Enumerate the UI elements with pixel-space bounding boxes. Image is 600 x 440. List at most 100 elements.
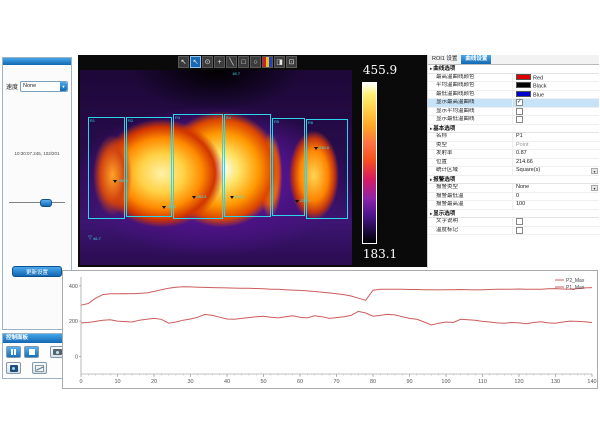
prop-section-header[interactable]: ▸曲线选项 [428,65,599,74]
roi-box-R3[interactable]: R3 [173,114,223,219]
expand-arrow-icon: ▸ [430,126,432,131]
roi-box-R6[interactable]: R6 [306,119,348,219]
chart-button[interactable] [32,362,47,374]
tab-roi-settings[interactable]: ROI1 设置 [428,55,461,64]
pause-button[interactable] [6,346,21,358]
prop-value[interactable] [513,116,599,124]
checkbox[interactable] [516,108,523,115]
speed-select[interactable]: None ▼ [20,81,68,92]
prop-row: 报警类型None▼ [428,184,599,193]
prop-value[interactable] [513,108,599,116]
prop-value[interactable]: Point [513,142,599,150]
colorbar-max-value: 455.9 [356,63,404,77]
color-swatch [516,82,531,88]
prop-label: 最低温曲线颜色 [428,91,513,99]
palette-icon[interactable] [262,56,273,68]
stop-button[interactable] [24,346,39,358]
properties-panel: ROI1 设置 曲线设置 ▸曲线选项最高温曲线颜色Red平均温曲线颜色Black… [427,55,599,268]
slider-handle[interactable] [40,199,52,207]
tab-curve-settings[interactable]: 曲线设置 [461,55,491,64]
checkbox[interactable] [516,116,523,123]
triangle-marker-icon [295,200,299,203]
prop-value[interactable]: None▼ [513,184,599,192]
thermal-image-area: ↖↖⊙+╲□○◨⊡ R1R2R3R4R5R6108.3252.1263.8264… [78,55,427,267]
prop-label: 显示最低温曲线 [428,116,513,124]
prop-row: 位置214.66 [428,159,599,168]
svg-text:P2_Max: P2_Max [566,278,585,284]
property-grid: ▸曲线选项最高温曲线颜色Red平均温曲线颜色Black最低温曲线颜色Blue显示… [428,65,599,235]
chevron-down-icon[interactable]: ▼ [60,82,67,91]
prop-value[interactable]: 0 [513,193,599,201]
rect-tool-icon[interactable]: □ [238,56,249,68]
prop-value[interactable] [513,218,599,226]
chevron-down-icon[interactable]: ▼ [591,168,598,174]
prop-section-header[interactable]: ▸显示选项 [428,210,599,219]
prop-label: 类型 [428,142,513,150]
slider-track[interactable] [9,202,65,203]
expand-arrow-icon: ▸ [430,66,432,71]
prop-value[interactable]: 214.66 [513,159,599,167]
temp-marker-value: 264.5 [235,195,245,199]
prop-value[interactable]: 100 [513,201,599,209]
ellipse-tool-icon[interactable]: ○ [250,56,261,68]
prop-row: 显示平均温曲线 [428,108,599,117]
line-tool-icon[interactable]: ╲ [226,56,237,68]
prop-value[interactable]: Square(s)▼ [513,167,599,175]
sidebar-titlebar [3,58,71,65]
temp-marker: 236.8 [314,146,329,150]
chart-icon [35,365,44,372]
chevron-down-icon[interactable]: ▼ [591,185,598,191]
app-window: 速度 None ▼ 10:30:07.245, 102/201 更新设置 控制面… [0,0,600,440]
checkbox[interactable] [516,99,523,106]
roi-box-R1[interactable]: R1 [88,117,125,220]
camera-icon[interactable]: ◨ [274,56,285,68]
flag-icon: ▽ [88,236,92,241]
prop-value[interactable] [513,227,599,235]
focus-icon[interactable]: ⊡ [286,56,297,68]
series-P1_Max [81,311,592,325]
prop-section-header[interactable]: ▸基本选项 [428,125,599,134]
prop-row: 文字说明 [428,218,599,227]
select-icon[interactable]: ↖ [190,56,201,68]
prop-value[interactable]: Black [513,82,599,90]
svg-text:0: 0 [79,379,82,385]
prop-value[interactable] [513,99,599,107]
triangle-marker-icon [113,180,117,183]
expand-arrow-icon: ▸ [430,211,432,216]
prop-label: 文字说明 [428,218,513,226]
roi-box-R4[interactable]: R4 [224,114,271,217]
prop-value[interactable]: Red [513,74,599,82]
prop-value[interactable]: 0.87 [513,150,599,158]
svg-text:400: 400 [69,284,78,290]
frame-timestamp: 10:30:07.245, 102/201 [3,151,71,156]
checkbox[interactable] [516,218,523,225]
temp-marker: 221.4 [295,199,310,203]
checkbox[interactable] [516,227,523,234]
thermal-image[interactable]: R1R2R3R4R5R6108.3252.1263.8264.5221.4236… [80,70,352,265]
triangle-marker-icon [230,196,234,199]
svg-text:200: 200 [69,319,78,325]
image-toolbar: ↖↖⊙+╲□○◨⊡ [178,56,297,69]
prop-row: 最低温曲线颜色Blue [428,91,599,100]
prop-value[interactable]: P1 [513,133,599,141]
prop-row: 统计区域Square(s)▼ [428,167,599,176]
colorbar-min-value: 183.1 [356,247,404,261]
prop-section-title: 报警选项 [433,177,455,183]
prop-label: 显示最高温曲线 [428,99,513,107]
colorbar [362,82,377,244]
svg-text:120: 120 [514,379,523,385]
roi-box-R2[interactable]: R2 [126,117,172,217]
prop-section-header[interactable]: ▸报警选项 [428,176,599,185]
cursor-icon[interactable]: ↖ [178,56,189,68]
zoom-icon[interactable]: ⊙ [202,56,213,68]
svg-text:50: 50 [260,379,266,385]
prop-label: 位置 [428,159,513,167]
record-button[interactable] [6,362,21,374]
prop-label: 名称 [428,133,513,141]
pan-icon[interactable]: + [214,56,225,68]
roi-label: R3 [175,115,180,120]
prop-value[interactable]: Blue [513,91,599,99]
frame-slider[interactable] [9,198,65,208]
control-panel-title: 控制面板 [3,334,71,343]
update-settings-button[interactable]: 更新设置 [12,266,62,277]
